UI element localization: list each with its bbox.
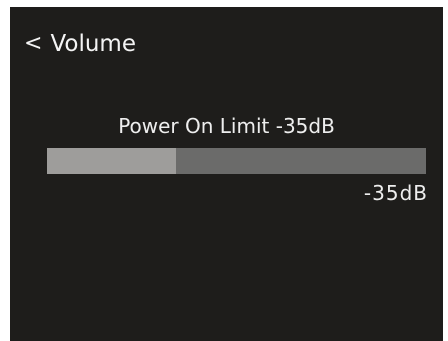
- volume-limit-slider-fill: [47, 148, 176, 174]
- volume-limit-value: -35dB: [363, 181, 428, 205]
- volume-screen: < Volume Power On Limit -35dB -35dB: [10, 7, 443, 341]
- volume-limit-slider[interactable]: [47, 148, 426, 174]
- back-button[interactable]: < Volume: [24, 29, 136, 59]
- power-on-limit-title: Power On Limit -35dB: [118, 114, 335, 138]
- screen-title: Volume: [50, 31, 136, 57]
- back-arrow-icon: <: [24, 31, 43, 56]
